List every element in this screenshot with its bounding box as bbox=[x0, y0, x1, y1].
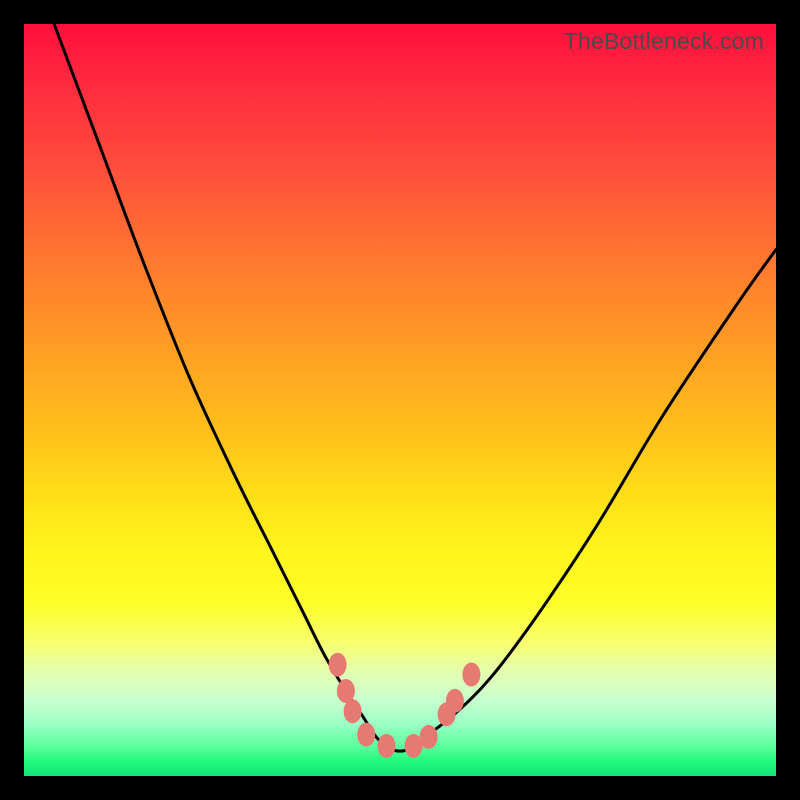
curve-marker bbox=[378, 734, 396, 758]
curve-marker bbox=[344, 699, 362, 723]
curve-marker bbox=[420, 725, 438, 749]
bottleneck-curve-line bbox=[54, 24, 776, 751]
curve-marker bbox=[357, 723, 375, 747]
curve-marker bbox=[329, 653, 347, 677]
bottleneck-curve-svg bbox=[24, 24, 776, 776]
curve-markers-group bbox=[329, 653, 481, 758]
curve-marker bbox=[446, 689, 464, 713]
chart-plot-area: TheBottleneck.com bbox=[24, 24, 776, 776]
curve-marker bbox=[462, 663, 480, 687]
chart-frame: TheBottleneck.com bbox=[0, 0, 800, 800]
